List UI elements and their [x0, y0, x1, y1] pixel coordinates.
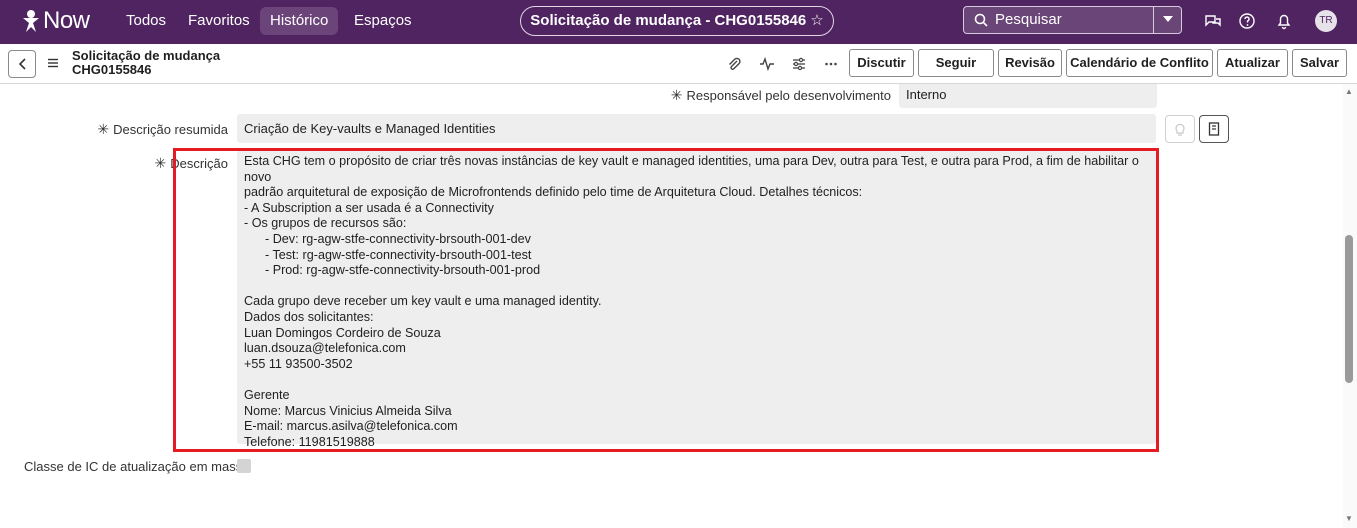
record-title: Solicitação de mudança - CHG0155846: [530, 12, 807, 29]
scrollbar-thumb[interactable]: [1345, 235, 1353, 383]
seguir-button[interactable]: Seguir: [918, 49, 994, 77]
search-input[interactable]: Pesquisar: [995, 7, 1062, 33]
nav-todos[interactable]: Todos: [116, 7, 176, 35]
mass-update-ci-label: Classe de IC de atualização em massa: [24, 459, 250, 474]
user-avatar[interactable]: TR: [1315, 10, 1337, 32]
chevron-left-icon: [18, 58, 26, 70]
responsible-dev-value: Interno: [906, 87, 947, 102]
book-icon: [1208, 122, 1220, 136]
help-icon[interactable]: [1237, 11, 1257, 31]
bell-icon[interactable]: [1274, 11, 1294, 31]
person-logo-icon: [23, 10, 39, 32]
atualizar-button[interactable]: Atualizar: [1217, 49, 1288, 77]
record-title-pill[interactable]: Solicitação de mudança - CHG0155846 ☆: [520, 6, 834, 36]
record-type-title: Solicitação de mudança: [72, 48, 221, 63]
settings-sliders-icon[interactable]: [791, 56, 807, 72]
nav-espacos[interactable]: Espaços: [344, 7, 422, 35]
chevron-down-icon: [1162, 16, 1173, 22]
highlight-box: [173, 148, 1159, 452]
required-icon: ✳: [670, 87, 683, 103]
lightbulb-icon: [1175, 123, 1185, 136]
template-button[interactable]: [1199, 115, 1229, 143]
responsible-dev-label: ✳ Responsável pelo desenvolvimento: [670, 87, 891, 103]
search-scope-dropdown[interactable]: [1153, 7, 1181, 33]
global-search[interactable]: Pesquisar: [963, 6, 1182, 34]
required-icon: ✳: [97, 121, 110, 137]
search-icon: [974, 13, 988, 27]
required-icon: ✳: [154, 155, 167, 171]
mass-update-ci-checkbox[interactable]: [237, 459, 251, 473]
star-icon[interactable]: ☆: [810, 12, 823, 29]
salvar-button[interactable]: Salvar: [1292, 49, 1347, 77]
nav-historico[interactable]: Histórico: [260, 7, 339, 35]
activity-icon[interactable]: [759, 56, 775, 72]
hamburger-menu-icon[interactable]: [47, 57, 59, 69]
scroll-up-arrow-icon[interactable]: ▲: [1345, 87, 1353, 96]
discutir-button[interactable]: Discutir: [849, 49, 914, 77]
chat-icon[interactable]: [1203, 11, 1223, 31]
responsible-dev-field[interactable]: Interno: [899, 84, 1157, 108]
record-header: Solicitação de mudança CHG0155846 Discut…: [0, 44, 1357, 84]
calendario-conflito-button[interactable]: Calendário de Conflito: [1066, 49, 1213, 77]
short-description-value: Criação de Key-vaults e Managed Identiti…: [244, 121, 496, 136]
logo-text: Now: [43, 7, 90, 34]
record-number: CHG0155846: [72, 62, 152, 77]
more-options-icon[interactable]: [823, 56, 839, 72]
short-description-label: ✳ Descrição resumida: [97, 121, 228, 137]
top-navigation-bar: Now Todos Favoritos Histórico Espaços So…: [0, 0, 1357, 44]
scroll-down-arrow-icon[interactable]: ▼: [1345, 514, 1353, 523]
paperclip-icon[interactable]: [726, 56, 742, 72]
short-description-field[interactable]: Criação de Key-vaults e Managed Identiti…: [237, 114, 1156, 143]
back-button[interactable]: [8, 50, 36, 78]
suggestion-button[interactable]: [1165, 115, 1195, 143]
servicenow-logo[interactable]: Now: [22, 6, 90, 36]
revisao-button[interactable]: Revisão: [998, 49, 1062, 77]
nav-favoritos[interactable]: Favoritos: [178, 7, 260, 35]
record-title-block: Solicitação de mudança CHG0155846: [72, 49, 220, 77]
